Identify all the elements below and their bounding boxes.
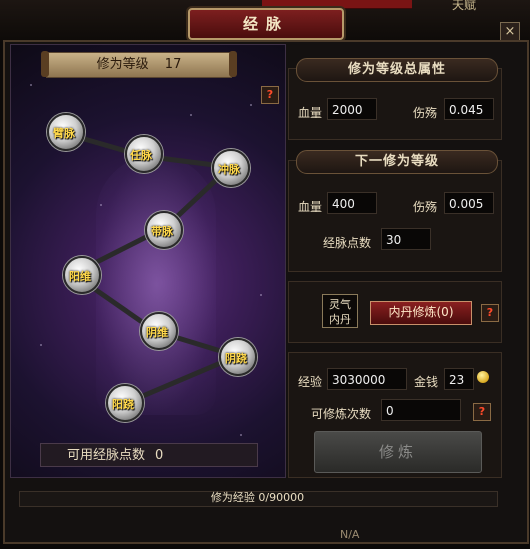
- bottom-status-text: N/A: [340, 528, 360, 541]
- elixir-label-line1: 灵气: [329, 298, 351, 311]
- help-icon[interactable]: ?: [261, 86, 279, 104]
- node-ren-label: 任脉: [130, 149, 152, 162]
- next-points-value: 30: [381, 228, 431, 250]
- node-dai-label: 带脉: [151, 225, 173, 238]
- times-label: 可修炼次数: [311, 407, 372, 421]
- level-label: 修为等级: [96, 57, 149, 72]
- next-points-label: 经脉点数: [323, 236, 372, 250]
- next-level-title: 下一修为等级: [296, 150, 498, 174]
- available-points: 可用经脉点数 0: [40, 443, 258, 467]
- next-hp-value: 400: [327, 192, 377, 214]
- available-points-label: 可用经脉点数: [67, 448, 146, 463]
- node-chong-label: 冲脉: [218, 163, 240, 176]
- exp-progress-text: 修为经验 0/90000: [210, 491, 305, 504]
- resources-help-icon[interactable]: ?: [473, 403, 491, 421]
- neidan-refine-button[interactable]: 内丹修炼(0): [370, 301, 472, 325]
- total-dodge-label: 伤殇: [413, 106, 438, 120]
- next-dodge-value: 0.005: [444, 192, 494, 214]
- node-yangqiao-label: 阳跷: [112, 398, 134, 411]
- exp-label: 经验: [298, 375, 323, 389]
- node-yinqiao-label: 阴跷: [225, 352, 247, 365]
- available-points-value: 0: [155, 448, 164, 463]
- window-title: 经脉: [188, 8, 344, 40]
- gold-value: 23: [444, 368, 474, 390]
- next-hp-label: 血量: [298, 200, 323, 214]
- close-icon[interactable]: ×: [500, 22, 520, 42]
- total-dodge-value: 0.045: [444, 98, 494, 120]
- talent-tab[interactable]: 天赋: [452, 0, 476, 13]
- meridian-panel: [10, 44, 286, 478]
- node-bi-label: 臂脉: [53, 127, 75, 140]
- exp-value: 3030000: [327, 368, 407, 390]
- node-yinwei-label: 阴维: [146, 326, 168, 339]
- level-scroll: 修为等级 17: [41, 51, 237, 78]
- next-dodge-label: 伤殇: [413, 200, 438, 214]
- total-hp-value: 2000: [327, 98, 377, 120]
- meridian-lines: [30, 74, 262, 446]
- total-hp-label: 血量: [298, 106, 323, 120]
- times-value: 0: [381, 399, 461, 421]
- elixir-slot[interactable]: 灵气 内丹: [322, 294, 358, 328]
- cultivate-button[interactable]: 修炼: [314, 431, 482, 473]
- elixir-label-line2: 内丹: [329, 313, 351, 326]
- node-yangwei-label: 阳维: [69, 270, 91, 283]
- total-attributes-title: 修为等级总属性: [296, 58, 498, 82]
- level-value: 17: [164, 57, 182, 72]
- neidan-help-icon[interactable]: ?: [481, 304, 499, 322]
- gold-label: 金钱: [414, 375, 439, 389]
- coin-icon: [477, 371, 489, 383]
- next-level-section: [288, 160, 502, 272]
